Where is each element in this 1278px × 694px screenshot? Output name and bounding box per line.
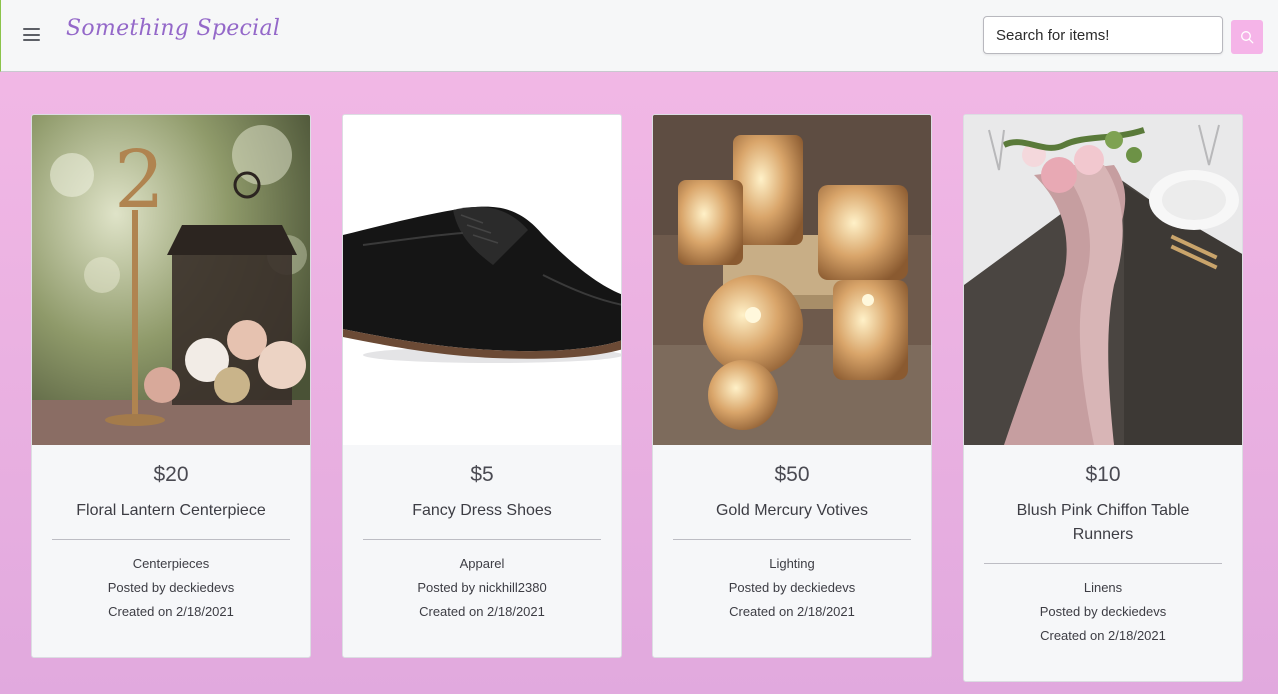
dress-shoe-photo: [343, 115, 621, 445]
item-card[interactable]: 2 $20 Floral Lantern Centerpiece Centerp…: [31, 114, 311, 658]
item-price: $20: [153, 463, 189, 486]
item-title[interactable]: Fancy Dress Shoes: [343, 499, 621, 523]
item-title[interactable]: Gold Mercury Votives: [653, 499, 931, 523]
item-created: Created on 2/18/2021: [108, 604, 234, 619]
item-created: Created on 2/18/2021: [419, 604, 545, 619]
search-input[interactable]: [983, 16, 1223, 54]
divider: [984, 563, 1222, 564]
item-price: $50: [774, 463, 810, 486]
item-created: Created on 2/18/2021: [729, 604, 855, 619]
divider: [363, 539, 601, 540]
svg-text:2: 2: [114, 133, 165, 226]
item-title[interactable]: Floral Lantern Centerpiece: [32, 499, 310, 523]
divider: [673, 539, 911, 540]
brand-logo[interactable]: Something Special: [66, 16, 280, 41]
search-button[interactable]: [1231, 20, 1263, 54]
table-runner-photo: [964, 115, 1242, 445]
item-posted-by: Posted by nickhill2380: [417, 580, 547, 595]
item-price: $10: [1085, 463, 1121, 486]
item-category: Apparel: [459, 556, 505, 571]
item-category: Linens: [1083, 580, 1123, 595]
item-card[interactable]: $50 Gold Mercury Votives Lighting Posted…: [652, 114, 932, 658]
item-posted-by: Posted by deckiedevs: [107, 580, 235, 595]
item-title[interactable]: Blush Pink Chiffon Table Runners: [964, 499, 1242, 547]
menu-icon[interactable]: [23, 27, 41, 43]
item-card[interactable]: $5 Fancy Dress Shoes Apparel Posted by n…: [342, 114, 622, 658]
item-card[interactable]: $10 Blush Pink Chiffon Table Runners Lin…: [963, 114, 1243, 682]
divider: [52, 539, 290, 540]
lantern-centerpiece-photo: 2: [32, 115, 310, 445]
navbar: Something Special: [0, 0, 1278, 72]
item-posted-by: Posted by deckiedevs: [1039, 604, 1167, 619]
item-created: Created on 2/18/2021: [1040, 628, 1166, 643]
item-price: $5: [470, 463, 494, 486]
search-icon: [1241, 31, 1254, 44]
item-posted-by: Posted by deckiedevs: [728, 580, 856, 595]
item-category: Centerpieces: [132, 556, 210, 571]
gold-votives-photo: [653, 115, 931, 445]
item-category: Lighting: [769, 556, 815, 571]
